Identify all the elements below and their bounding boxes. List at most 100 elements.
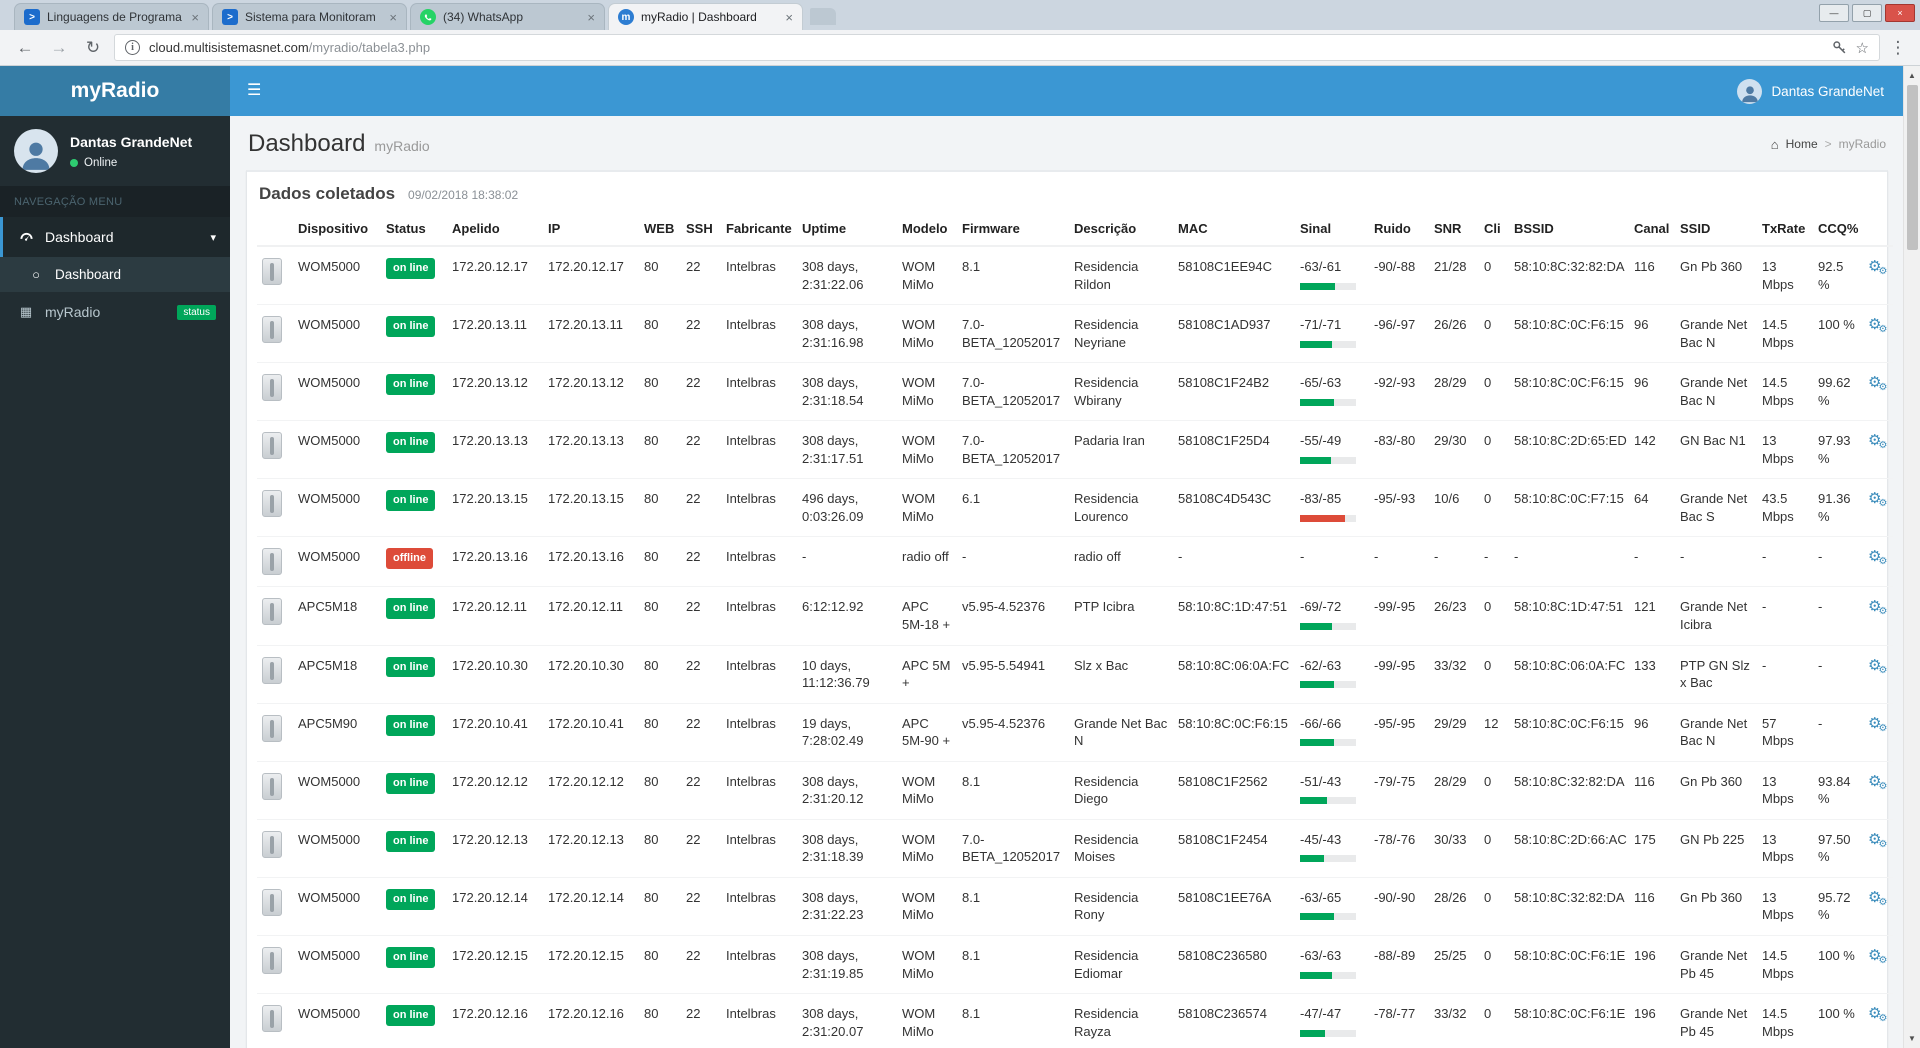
settings-gear-icon[interactable]: ⚙ ⚙ xyxy=(1868,1006,1887,1024)
header-user-menu[interactable]: Dantas GrandeNet xyxy=(1737,78,1920,104)
settings-gear-icon[interactable]: ⚙ ⚙ xyxy=(1868,832,1887,850)
cell-ip: 172.20.13.12 xyxy=(543,362,639,421)
monitor-favicon-icon: > xyxy=(222,9,238,25)
cell-fabricante: Intelbras xyxy=(721,935,797,994)
settings-gear-icon[interactable]: ⚙ ⚙ xyxy=(1868,549,1887,567)
cell-txrate: - xyxy=(1757,586,1813,646)
sidebar-item-dashboard[interactable]: ○ Dashboard xyxy=(0,257,230,292)
tab-close-icon[interactable]: × xyxy=(587,10,595,25)
cell-ruido: - xyxy=(1369,536,1429,587)
settings-gear-icon[interactable]: ⚙ ⚙ xyxy=(1868,433,1887,451)
sidebar-item-dashboard-parent[interactable]: Dashboard ▾ xyxy=(0,217,230,257)
page-scrollbar[interactable]: ▲ ▼ xyxy=(1903,66,1920,1048)
cell-txrate: 14.5 Mbps xyxy=(1757,362,1813,421)
settings-gear-icon[interactable]: ⚙ ⚙ xyxy=(1868,774,1887,792)
settings-gear-icon[interactable]: ⚙ ⚙ xyxy=(1868,599,1887,617)
scroll-down-icon[interactable]: ▼ xyxy=(1908,1029,1916,1048)
tab-close-icon[interactable]: × xyxy=(785,10,793,25)
page-info-icon[interactable]: i xyxy=(125,40,140,55)
tab-linguagens[interactable]: > Linguagens de Programa × xyxy=(14,3,209,30)
app-header: ☰ Dantas GrandeNet xyxy=(230,66,1920,116)
brand-logo[interactable]: myRadio xyxy=(0,66,230,116)
device-thumbnail xyxy=(262,548,282,576)
cell-apelido: 172.20.13.12 xyxy=(447,362,543,421)
settings-gear-icon[interactable]: ⚙ ⚙ xyxy=(1868,491,1887,509)
cell-uptime: 19 days, 7:28:02.49 xyxy=(797,702,897,762)
cell-bssid: 58:10:8C:0C:F6:15 xyxy=(1509,362,1629,421)
cell-web: 80 xyxy=(639,818,681,878)
cell-firmware: - xyxy=(957,536,1069,587)
cell-cli: 0 xyxy=(1479,760,1509,820)
signal-bar xyxy=(1300,913,1356,921)
minimize-button[interactable]: — xyxy=(1819,4,1849,22)
sidebar-toggle-icon[interactable]: ☰ xyxy=(230,66,278,116)
app-top-bar: myRadio ☰ Dantas GrandeNet xyxy=(0,66,1920,116)
grid-icon: ▦ xyxy=(19,304,33,319)
cell-ip: 172.20.10.41 xyxy=(543,702,639,762)
cell-thumb xyxy=(257,818,293,878)
cell-web: 80 xyxy=(639,702,681,762)
cell-descricao: Residencia Ediomar xyxy=(1069,935,1173,994)
reload-button[interactable]: ↻ xyxy=(80,38,106,58)
scrollbar-thumb[interactable] xyxy=(1906,85,1918,250)
cell-dispositivo: APC5M18 xyxy=(293,644,381,704)
back-button[interactable]: ← xyxy=(12,38,38,58)
cell-sinal: -63/-61 xyxy=(1295,245,1369,305)
col-uptime: Uptime xyxy=(797,213,897,247)
breadcrumb-home-link[interactable]: Home xyxy=(1786,137,1818,151)
user-status[interactable]: Online xyxy=(70,157,192,169)
cell-ssid: Grande Net Bac S xyxy=(1675,478,1757,537)
key-icon[interactable] xyxy=(1832,40,1847,55)
cell-fabricante: Intelbras xyxy=(721,644,797,704)
cell-uptime: 308 days, 2:31:20.12 xyxy=(797,760,897,820)
cell-bssid: 58:10:8C:32:82:DA xyxy=(1509,245,1629,305)
new-tab-button[interactable] xyxy=(810,8,836,25)
tab-myradio-active[interactable]: m myRadio | Dashboard × xyxy=(608,3,803,30)
settings-gear-icon[interactable]: ⚙ ⚙ xyxy=(1868,375,1887,393)
cell-ssid: Gn Pb 360 xyxy=(1675,245,1757,305)
cell-ssh: 22 xyxy=(681,760,721,820)
cell-status: on line xyxy=(381,935,447,994)
tab-sistema[interactable]: > Sistema para Monitoram × xyxy=(212,3,407,30)
cell-thumb xyxy=(257,876,293,936)
tab-close-icon[interactable]: × xyxy=(389,10,397,25)
cell-thumb xyxy=(257,993,293,1048)
tab-whatsapp[interactable]: (34) WhatsApp × xyxy=(410,3,605,30)
cell-ip: 172.20.12.12 xyxy=(543,760,639,820)
address-bar[interactable]: i cloud.multisistemasnet.com/myradio/tab… xyxy=(114,34,1880,61)
table-row: WOM5000 on line 172.20.13.15 172.20.13.15 80… xyxy=(257,478,1893,537)
cell-actions: ⚙ ⚙ xyxy=(1863,702,1893,762)
settings-gear-icon[interactable]: ⚙ ⚙ xyxy=(1868,317,1887,335)
forward-button[interactable]: → xyxy=(46,38,72,58)
settings-gear-icon[interactable]: ⚙ ⚙ xyxy=(1868,948,1887,966)
cell-ssid: Gn Pb 360 xyxy=(1675,876,1757,936)
sidebar-item-myradio[interactable]: ▦ myRadio status xyxy=(0,292,230,332)
cell-ip: 172.20.12.17 xyxy=(543,245,639,305)
maximize-button[interactable]: ▢ xyxy=(1852,4,1882,22)
cell-ssid: Grande Net Pb 45 xyxy=(1675,935,1757,994)
cell-fabricante: Intelbras xyxy=(721,760,797,820)
col-canal: Canal xyxy=(1629,213,1675,247)
status-badge: on line xyxy=(386,947,436,968)
cell-cli: 0 xyxy=(1479,644,1509,704)
browser-menu-icon[interactable]: ⋮ xyxy=(1888,38,1908,58)
scroll-up-icon[interactable]: ▲ xyxy=(1908,66,1916,85)
cell-snr: 10/6 xyxy=(1429,478,1479,537)
device-thumbnail xyxy=(262,772,282,800)
close-button[interactable]: × xyxy=(1885,4,1915,22)
cell-ruido: -78/-77 xyxy=(1369,993,1429,1048)
cell-web: 80 xyxy=(639,362,681,421)
settings-gear-icon[interactable]: ⚙ ⚙ xyxy=(1868,658,1887,676)
cell-ssh: 22 xyxy=(681,245,721,305)
signal-value: -63/-65 xyxy=(1300,889,1342,905)
settings-gear-icon[interactable]: ⚙ ⚙ xyxy=(1868,259,1887,277)
device-thumbnail xyxy=(262,1005,282,1033)
cell-ssh: 22 xyxy=(681,993,721,1048)
cell-actions: ⚙ ⚙ xyxy=(1863,993,1893,1048)
settings-gear-icon[interactable]: ⚙ ⚙ xyxy=(1868,890,1887,908)
settings-gear-icon[interactable]: ⚙ ⚙ xyxy=(1868,716,1887,734)
cell-actions: ⚙ ⚙ xyxy=(1863,245,1893,305)
bookmark-star-icon[interactable]: ☆ xyxy=(1856,39,1869,57)
avatar xyxy=(14,129,58,173)
tab-close-icon[interactable]: × xyxy=(191,10,199,25)
